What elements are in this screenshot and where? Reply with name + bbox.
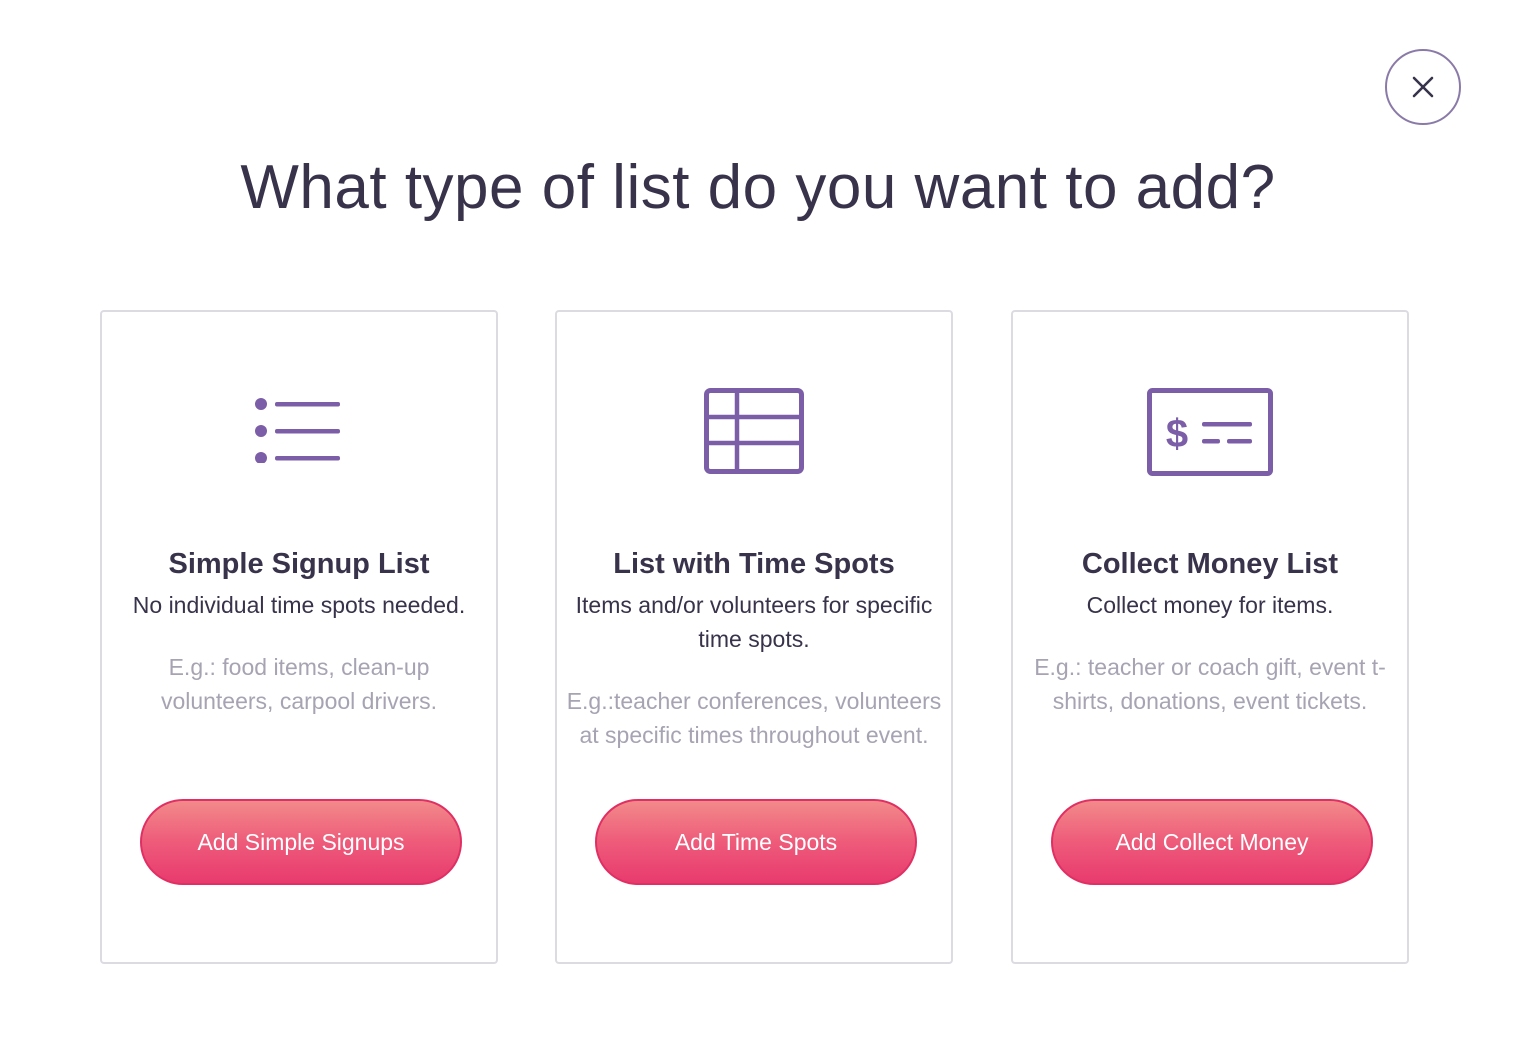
- table-grid-icon: [557, 388, 951, 476]
- add-time-spots-button[interactable]: Add Time Spots: [595, 799, 917, 885]
- dialog-title: What type of list do you want to add?: [240, 153, 1276, 222]
- close-icon: [1412, 76, 1434, 98]
- add-list-dialog: What type of list do you want to add? Si…: [0, 0, 1516, 1054]
- card-simple-signup: Simple Signup List No individual time sp…: [100, 310, 498, 964]
- card-example: E.g.: food items, clean-up volunteers, c…: [160, 654, 438, 714]
- add-simple-signups-button[interactable]: Add Simple Signups: [140, 799, 462, 885]
- card-description: No individual time spots needed.: [132, 592, 466, 618]
- card-description: Collect money for items.: [1086, 592, 1334, 618]
- close-button[interactable]: [1385, 49, 1461, 125]
- card-example: E.g.:teacher conferences, volunteers at …: [566, 688, 942, 748]
- card-title: Collect Money List: [1081, 548, 1339, 580]
- card-example: E.g.: teacher or coach gift, event t-shi…: [1034, 654, 1386, 714]
- money-check-icon: $: [1013, 388, 1407, 476]
- card-title: List with Time Spots: [613, 548, 895, 580]
- card-description: Items and/or volunteers for specific tim…: [575, 592, 933, 652]
- bulleted-list-icon: [102, 397, 496, 463]
- add-collect-money-button[interactable]: Add Collect Money: [1051, 799, 1373, 885]
- card-title: Simple Signup List: [168, 548, 430, 580]
- card-collect-money: $ Collect Money List Collect money for i…: [1011, 310, 1409, 964]
- card-time-spots: List with Time Spots Items and/or volunt…: [555, 310, 953, 964]
- svg-text:$: $: [1166, 412, 1188, 456]
